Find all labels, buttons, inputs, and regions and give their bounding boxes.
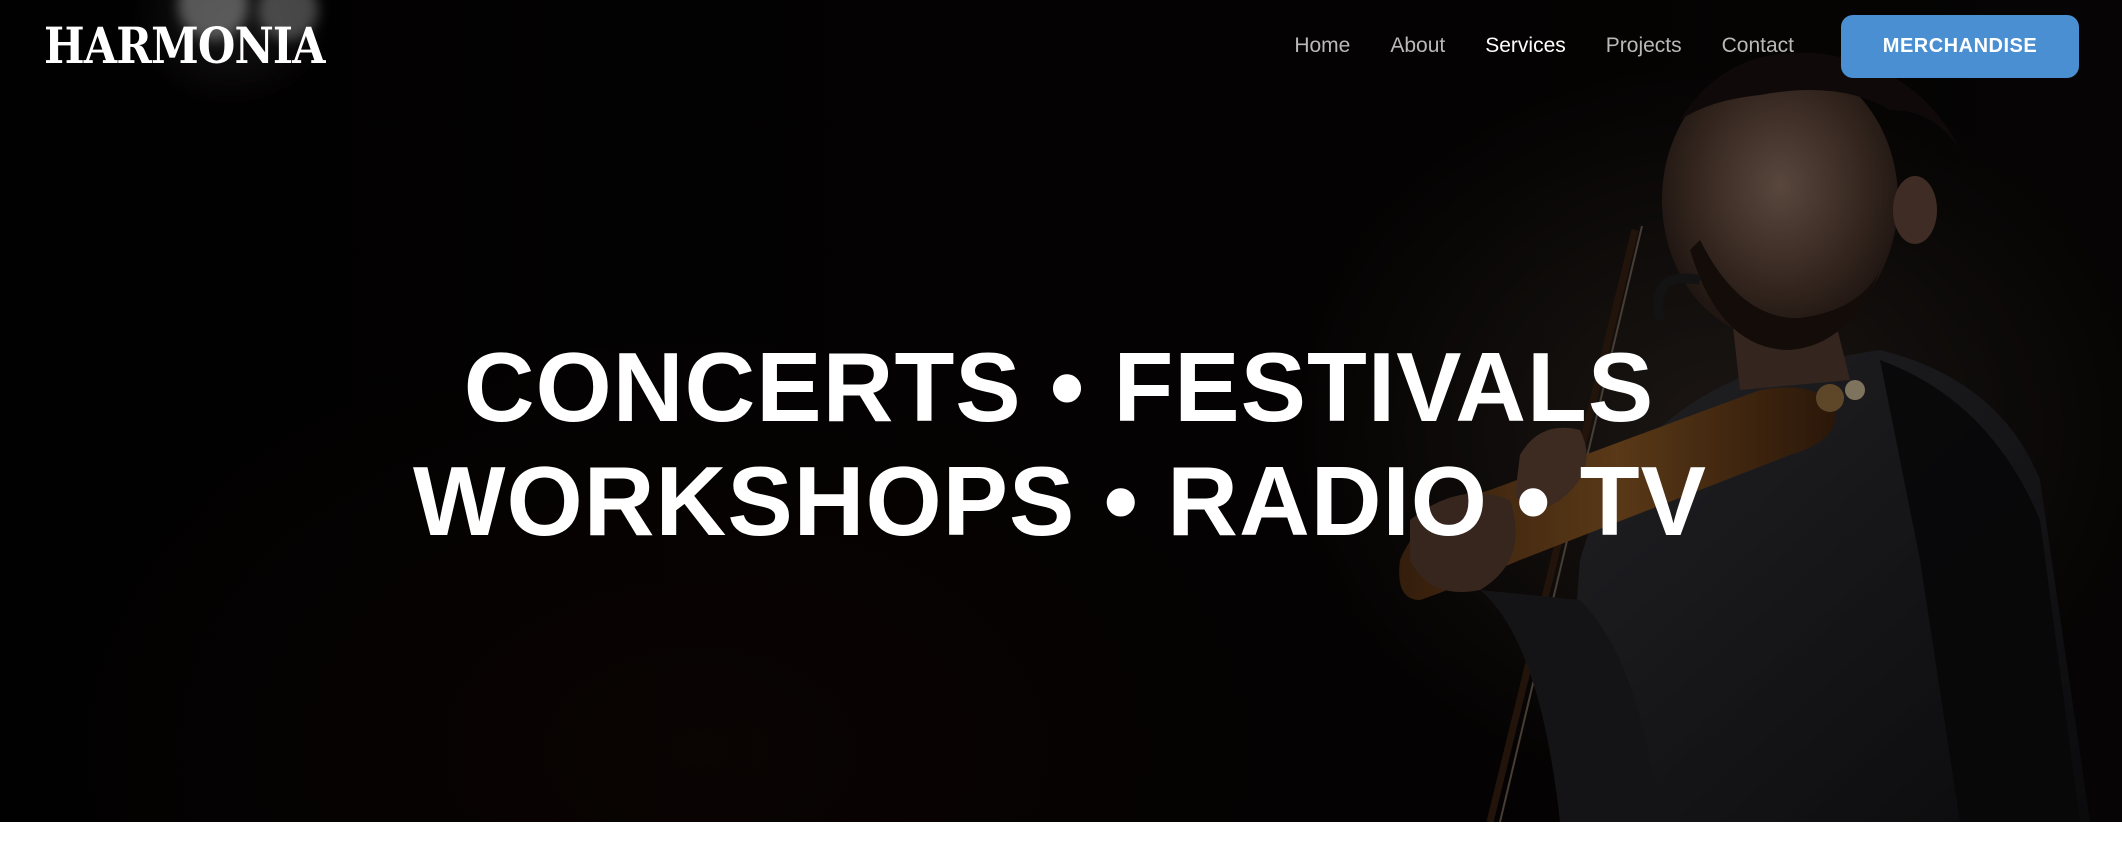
hero-headline-line-2: WORKSHOPS • RADIO • TV <box>413 446 1707 556</box>
merchandise-button[interactable]: MERCHANDISE <box>1841 15 2079 78</box>
hero-section: HARMONIA Home About Services Projects Co… <box>0 0 2122 822</box>
nav-link-projects[interactable]: Projects <box>1606 30 1682 62</box>
hero-headline: CONCERTS • FESTIVALS WORKSHOPS • RADIO •… <box>0 330 2122 558</box>
nav-link-contact[interactable]: Contact <box>1722 30 1794 62</box>
top-navbar: HARMONIA Home About Services Projects Co… <box>0 0 2122 92</box>
brand-logo[interactable]: HARMONIA <box>44 16 326 76</box>
nav-link-about[interactable]: About <box>1390 30 1445 62</box>
hero-headline-line-1: CONCERTS • FESTIVALS <box>463 332 1655 442</box>
page-content-below-hero <box>0 822 2122 854</box>
nav-link-home[interactable]: Home <box>1294 30 1350 62</box>
nav-link-services[interactable]: Services <box>1485 30 1566 62</box>
nav-links: Home About Services Projects Contact <box>1294 30 1794 62</box>
